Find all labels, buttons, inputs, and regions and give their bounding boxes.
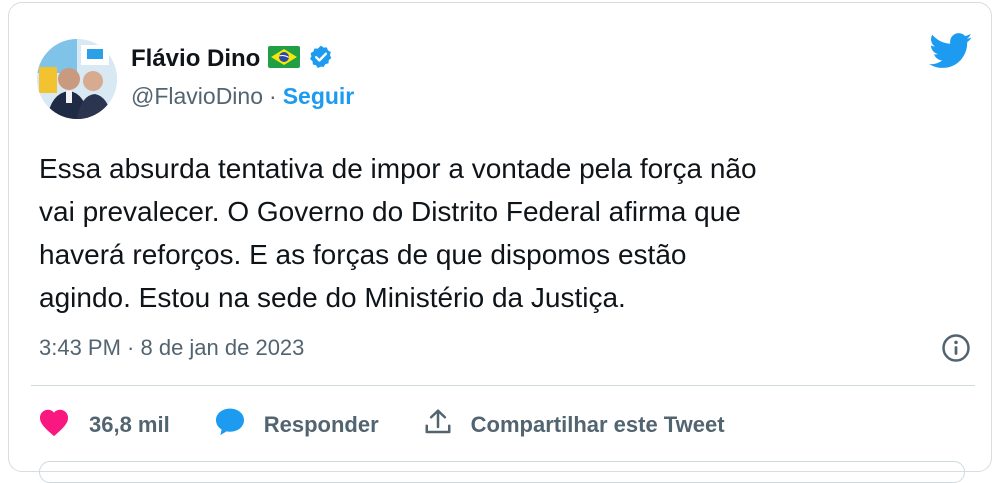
- likes-count: 36,8 mil: [89, 412, 170, 437]
- tweet-text-line: haverá reforços. E as forças de que disp…: [39, 239, 687, 270]
- tweet-text-line: vai prevalecer. O Governo do Distrito Fe…: [39, 196, 741, 227]
- tweet-timestamp[interactable]: 3:43 PM · 8 de jan de 2023: [39, 335, 304, 361]
- tweet-text-line: Essa absurda tentativa de impor a vontad…: [39, 153, 757, 184]
- verified-badge-icon[interactable]: [308, 44, 334, 75]
- info-icon[interactable]: [941, 333, 971, 368]
- display-name[interactable]: Flávio Dino: [131, 45, 260, 73]
- author-name-row: Flávio Dino: [131, 43, 334, 75]
- like-button[interactable]: 36,8 mil: [37, 407, 170, 443]
- author-handle[interactable]: @FlavioDino: [131, 83, 263, 110]
- separator-dot: ·: [269, 82, 277, 109]
- twitter-bird-icon[interactable]: [929, 33, 973, 74]
- tweet-text-line: agindo. Estou na sede do Ministério da J…: [39, 282, 626, 313]
- avatar[interactable]: [37, 39, 117, 119]
- reply-label: Responder: [263, 412, 379, 437]
- tweet-actions: 36,8 mil Responder Compartilhar este Twe…: [37, 405, 769, 445]
- share-button[interactable]: Compartilhar este Tweet: [423, 407, 725, 443]
- reply-button[interactable]: Responder: [214, 407, 379, 443]
- speech-bubble-icon: [214, 407, 246, 443]
- heart-icon: [37, 407, 71, 443]
- tweet-card: Flávio Dino @FlavioDino · Seguir Essa ab…: [8, 2, 992, 483]
- handle-row: @FlavioDino · Seguir: [131, 81, 354, 111]
- brazil-flag-icon: [268, 45, 301, 73]
- tweet-text: Essa absurda tentativa de impor a vontad…: [39, 147, 969, 319]
- follow-button[interactable]: Seguir: [283, 83, 355, 110]
- share-icon: [423, 407, 453, 443]
- divider: [31, 385, 975, 386]
- share-label: Compartilhar este Tweet: [470, 412, 725, 437]
- read-replies-button[interactable]: [39, 461, 965, 483]
